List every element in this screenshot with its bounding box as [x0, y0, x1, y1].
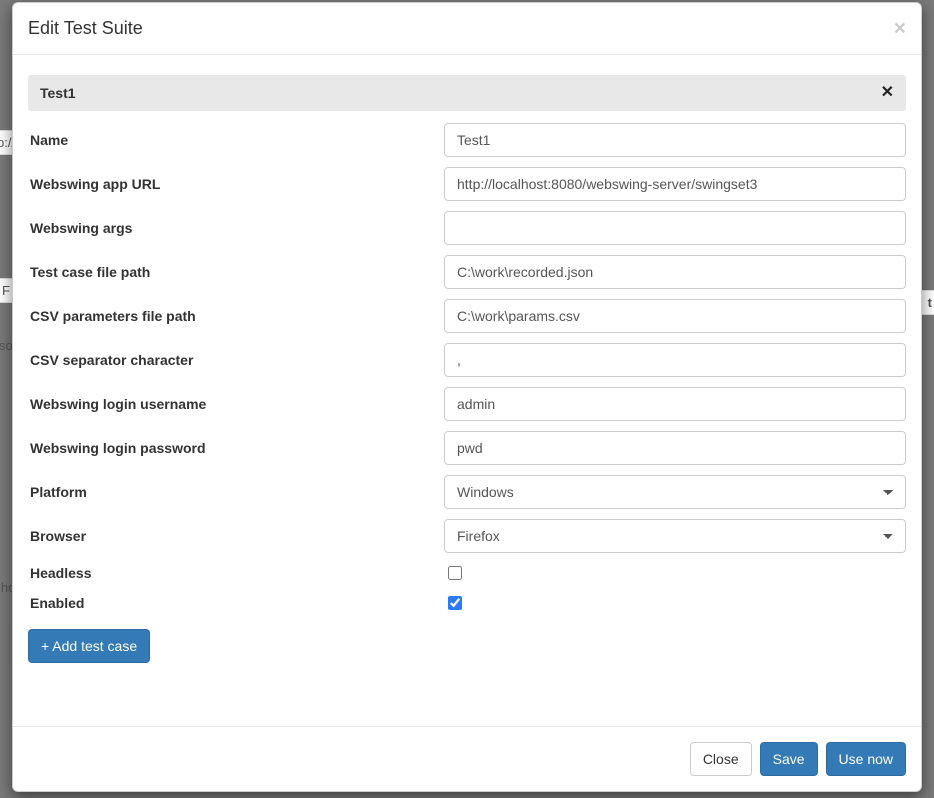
url-label: Webswing app URL — [28, 176, 444, 192]
csvsep-input[interactable] — [444, 343, 906, 377]
test-case-title: Test1 — [40, 85, 76, 101]
field-csvfile-row: CSV parameters file path — [28, 299, 906, 333]
enabled-checkbox[interactable] — [448, 596, 462, 610]
headless-checkbox[interactable] — [448, 566, 462, 580]
testfile-input[interactable] — [444, 255, 906, 289]
save-button[interactable]: Save — [760, 742, 818, 776]
testfile-label: Test case file path — [28, 264, 444, 280]
field-url-row: Webswing app URL — [28, 167, 906, 201]
field-testfile-row: Test case file path — [28, 255, 906, 289]
name-input[interactable] — [444, 123, 906, 157]
browser-label: Browser — [28, 528, 444, 544]
field-args-row: Webswing args — [28, 211, 906, 245]
enabled-label: Enabled — [28, 595, 444, 611]
bg-text: t — [921, 290, 934, 315]
modal-footer: Close Save Use now — [13, 726, 921, 791]
modal-header: Edit Test Suite × — [13, 3, 921, 55]
edit-test-suite-modal: Edit Test Suite × Test1 ✕ Name Webswing … — [12, 2, 922, 792]
csvfile-label: CSV parameters file path — [28, 308, 444, 324]
platform-label: Platform — [28, 484, 444, 500]
field-platform-row: Platform Windows — [28, 475, 906, 509]
close-icon[interactable]: × — [894, 18, 906, 39]
modal-body: Test1 ✕ Name Webswing app URL Webswing a… — [13, 55, 921, 726]
use-now-button[interactable]: Use now — [826, 742, 906, 776]
field-name-row: Name — [28, 123, 906, 157]
headless-label: Headless — [28, 565, 444, 581]
csvfile-input[interactable] — [444, 299, 906, 333]
test-case-panel-header: Test1 ✕ — [28, 75, 906, 111]
add-test-case-button[interactable]: + Add test case — [28, 629, 150, 663]
platform-select[interactable]: Windows — [444, 475, 906, 509]
close-button[interactable]: Close — [690, 742, 752, 776]
remove-test-case-icon[interactable]: ✕ — [881, 85, 894, 101]
browser-select[interactable]: Firefox — [444, 519, 906, 553]
field-csvsep-row: CSV separator character — [28, 343, 906, 377]
field-enabled-row: Enabled — [28, 593, 906, 613]
field-headless-row: Headless — [28, 563, 906, 583]
login-user-label: Webswing login username — [28, 396, 444, 412]
name-label: Name — [28, 132, 444, 148]
args-input[interactable] — [444, 211, 906, 245]
field-browser-row: Browser Firefox — [28, 519, 906, 553]
args-label: Webswing args — [28, 220, 444, 236]
field-login-pass-row: Webswing login password — [28, 431, 906, 465]
field-login-user-row: Webswing login username — [28, 387, 906, 421]
modal-title: Edit Test Suite — [28, 18, 143, 39]
url-input[interactable] — [444, 167, 906, 201]
login-pass-label: Webswing login password — [28, 440, 444, 456]
csvsep-label: CSV separator character — [28, 352, 444, 368]
login-pass-input[interactable] — [444, 431, 906, 465]
login-user-input[interactable] — [444, 387, 906, 421]
